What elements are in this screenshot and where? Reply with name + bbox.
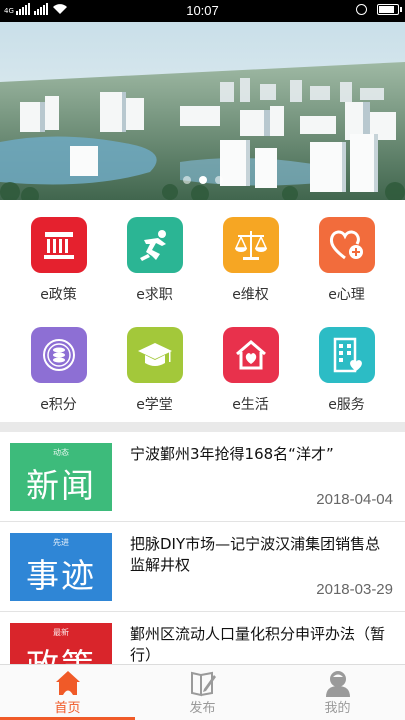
tab-label: 发布 — [189, 701, 216, 716]
service-label: e维权 — [232, 287, 269, 303]
section-divider — [0, 422, 405, 432]
justice-scale-icon — [222, 217, 279, 273]
service-label: e心理 — [328, 287, 365, 303]
thumbnail-title: 政策 — [10, 639, 112, 664]
news-thumbnail: 最新 政策 — [10, 623, 112, 664]
alarm-icon — [356, 4, 367, 15]
news-thumbnail: 动态 新闻 — [10, 443, 112, 511]
carousel-dot[interactable] — [214, 176, 223, 184]
service-grid: e政策 e求职 e维权 e心理 e积分 e学堂 e生活 e服务 — [0, 200, 405, 422]
service-e-school[interactable]: e学堂 — [104, 327, 205, 414]
thumbnail-title: 事迹 — [26, 556, 96, 595]
news-title: 鄞州区流动人口量化积分申评办法（暂行） — [130, 625, 386, 664]
news-title: 宁波鄞州3年抢得168名“洋才” — [130, 445, 334, 463]
publish-book-icon — [190, 671, 216, 697]
bottom-tab-bar: 首页 发布 我的 — [0, 664, 405, 720]
service-e-rights[interactable]: e维权 — [200, 217, 301, 304]
news-thumbnail: 先进 事迹 — [10, 533, 112, 601]
service-building-icon — [318, 327, 375, 383]
news-date: 2018-04-04 — [316, 491, 393, 508]
service-e-psychology[interactable]: e心理 — [296, 217, 397, 304]
service-e-job[interactable]: e求职 — [104, 217, 205, 304]
service-e-life[interactable]: e生活 — [200, 327, 301, 414]
carousel-indicator[interactable] — [0, 176, 405, 184]
service-e-policy[interactable]: e政策 — [8, 217, 109, 304]
tab-publish[interactable]: 发布 — [135, 665, 270, 720]
battery-icon — [377, 4, 402, 15]
points-coins-icon — [30, 327, 87, 383]
tab-label: 我的 — [324, 701, 351, 716]
service-label: e服务 — [328, 397, 365, 413]
service-label: e求职 — [136, 287, 173, 303]
thumbnail-tag: 先进 — [53, 538, 69, 547]
graduation-cap-icon — [126, 327, 183, 383]
news-item-1[interactable]: 动态 新闻 宁波鄞州3年抢得168名“洋才” 2018-04-04 — [0, 432, 405, 522]
service-label: e政策 — [40, 287, 77, 303]
service-label: e积分 — [40, 397, 77, 413]
service-e-points[interactable]: e积分 — [8, 327, 109, 414]
heart-plus-icon — [318, 217, 375, 273]
news-date: 2018-03-29 — [316, 581, 393, 598]
news-list: 动态 新闻 宁波鄞州3年抢得168名“洋才” 2018-04-04 先进 事迹 … — [0, 432, 405, 664]
job-runner-icon — [126, 217, 183, 273]
profile-icon — [325, 671, 350, 697]
carousel-dot[interactable] — [182, 176, 191, 184]
thumbnail-tag: 最新 — [53, 628, 69, 637]
news-title: 把脉DIY市场—记宁波汉浦集团销售总监解井权 — [130, 535, 381, 574]
tab-home[interactable]: 首页 — [0, 665, 135, 720]
status-time: 10:07 — [186, 3, 219, 18]
tab-label: 首页 — [54, 701, 81, 716]
service-e-service[interactable]: e服务 — [296, 327, 397, 414]
city-aerial-image — [0, 22, 405, 200]
home-heart-icon — [222, 327, 279, 383]
tab-profile[interactable]: 我的 — [270, 665, 405, 720]
policy-building-icon — [30, 217, 87, 273]
news-item-2[interactable]: 先进 事迹 把脉DIY市场—记宁波汉浦集团销售总监解井权 2018-03-29 — [0, 522, 405, 612]
status-bar: 4G 10:07 — [0, 0, 405, 22]
thumbnail-title: 新闻 — [26, 466, 96, 505]
banner-carousel[interactable] — [0, 22, 405, 200]
news-item-3[interactable]: 最新 政策 鄞州区流动人口量化积分申评办法（暂行） — [0, 612, 405, 664]
carousel-dot[interactable] — [198, 176, 207, 184]
service-label: e生活 — [232, 397, 269, 413]
home-icon — [55, 671, 80, 695]
service-label: e学堂 — [136, 397, 173, 413]
thumbnail-tag: 动态 — [53, 448, 69, 457]
